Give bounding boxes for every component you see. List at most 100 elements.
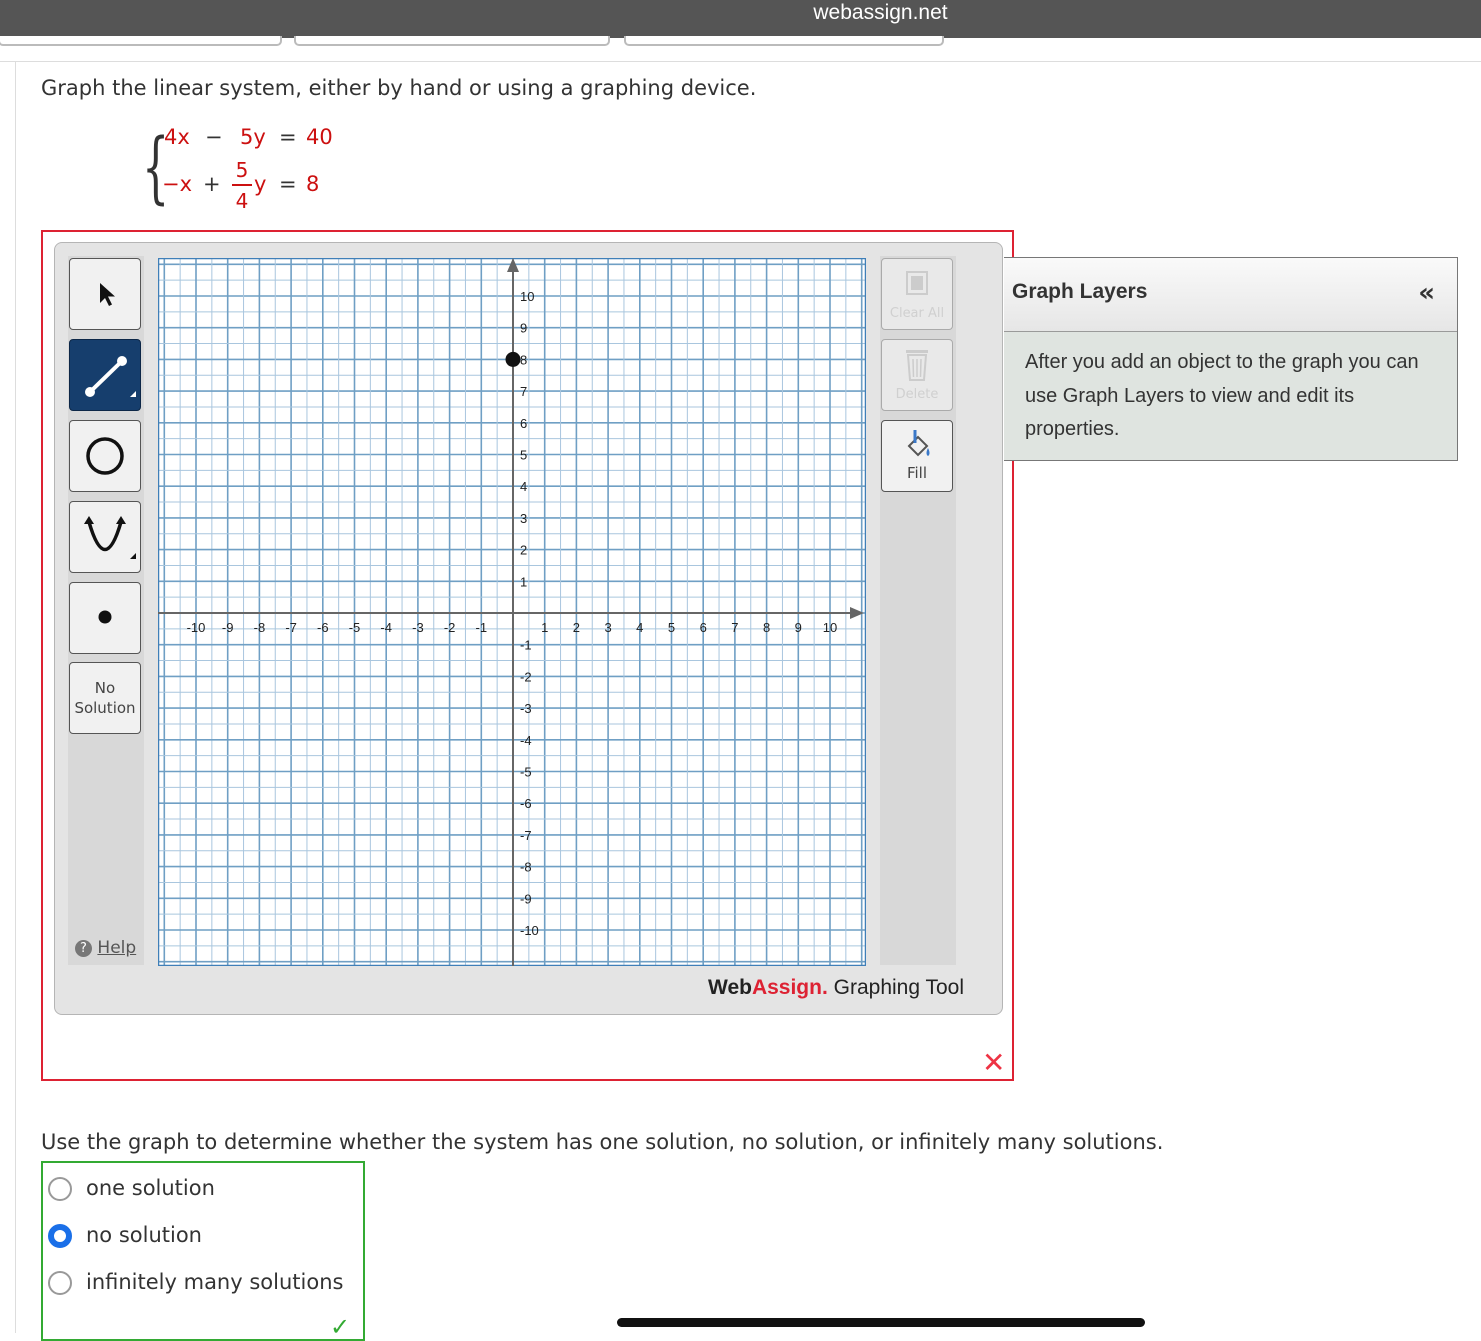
coordinate-grid[interactable]: -10 -9 -8 -7 -6 -5 -4 -3 -2 -1 1 2 3 4 5 6 7 8 9 10 10 9 8 7 6 5 4…	[158, 258, 866, 966]
eq1-term-b: 5y	[240, 125, 266, 149]
x-tick-label: 2	[573, 620, 580, 635]
y-tick-label: -3	[520, 701, 532, 716]
x-tick-label: 1	[541, 620, 548, 635]
webassign-brand: WebAssign. Graphing Tool	[708, 976, 964, 1000]
x-tick-label: -2	[444, 620, 456, 635]
delete-button[interactable]: Delete	[881, 339, 953, 411]
radio-button[interactable]	[48, 1177, 72, 1201]
x-tick-label: 3	[604, 620, 611, 635]
y-tick-label: 5	[520, 448, 527, 463]
eq2-equals: =	[279, 172, 297, 196]
x-tick-label: 4	[636, 620, 643, 635]
y-tick-label: 4	[520, 479, 527, 494]
eq2-term-a: −x	[162, 172, 193, 196]
pointer-tool-button[interactable]	[69, 258, 141, 330]
graph-layers-title: Graph Layers	[1012, 280, 1148, 303]
toolbar-tab-2[interactable]	[294, 36, 610, 46]
dot-icon	[98, 610, 112, 624]
red-x-icon: ✕	[982, 1046, 1006, 1079]
circle-icon	[86, 437, 124, 475]
arrow-cursor-icon	[100, 283, 115, 306]
y-tick-label: 6	[520, 416, 527, 431]
x-tick-label: -4	[380, 620, 392, 635]
brand-web: Web	[708, 976, 752, 999]
x-tick-label: -8	[254, 620, 266, 635]
y-tick-label: -10	[520, 923, 539, 938]
y-tick-label: -7	[520, 828, 532, 843]
eq1-term-a: 4x	[164, 125, 190, 149]
question2-prompt: Use the graph to determine whether the s…	[41, 1130, 1164, 1154]
x-tick-label: -7	[285, 620, 297, 635]
eq2-fraction-numerator: 5	[235, 158, 249, 182]
y-tick-label: 10	[520, 289, 534, 304]
x-tick-label: 7	[731, 620, 738, 635]
divider	[15, 62, 16, 1333]
help-link[interactable]: ? Help	[75, 938, 136, 958]
trash-icon	[906, 350, 928, 381]
brand-assign: Assign.	[751, 976, 828, 999]
graph-layers-message: After you add an object to the graph you…	[1025, 351, 1419, 440]
point-tool-button[interactable]	[69, 582, 141, 654]
x-tick-label: 9	[795, 620, 802, 635]
graph-layers-header: Graph Layers «	[1004, 258, 1457, 332]
y-tick-label: -4	[520, 733, 532, 748]
fill-button[interactable]: Fill	[881, 420, 953, 492]
no-solution-button[interactable]: No Solution	[69, 662, 141, 734]
y-tick-label: 8	[520, 352, 527, 367]
circle-tool-button[interactable]	[69, 420, 141, 492]
plotted-point	[505, 351, 521, 367]
eq2-operator: +	[203, 172, 221, 196]
y-tick-label: -8	[520, 860, 532, 875]
collapse-icon[interactable]: «	[1418, 278, 1435, 308]
y-tick-label: 7	[520, 384, 527, 399]
radio-button-selected[interactable]	[48, 1224, 72, 1248]
x-tick-label: 8	[763, 620, 770, 635]
x-tick-label: -3	[412, 620, 424, 635]
x-tick-label: -9	[222, 620, 234, 635]
help-label: Help	[97, 938, 137, 958]
line-tool-button[interactable]	[69, 339, 141, 411]
y-tick-label: 1	[520, 574, 527, 589]
no-solution-label-line2: Solution	[74, 699, 136, 717]
x-tick-label: 5	[668, 620, 675, 635]
eq1-equals: =	[279, 125, 297, 149]
option-label: infinitely many solutions	[86, 1270, 344, 1294]
fraction-bar	[232, 184, 252, 186]
x-tick-label: 6	[700, 620, 707, 635]
option-label: one solution	[86, 1176, 215, 1200]
url-text[interactable]: webassign.net	[0, 0, 1481, 26]
eq1-rhs: 40	[306, 125, 333, 149]
line-segment-icon	[85, 356, 136, 397]
clear-all-button[interactable]: Clear All	[881, 258, 953, 330]
fill-label: Fill	[906, 464, 928, 482]
y-tick-label: 9	[520, 321, 527, 336]
green-check-icon: ✓	[330, 1313, 351, 1341]
y-tick-label: 2	[520, 543, 527, 558]
x-tick-label: -1	[476, 620, 488, 635]
toolbar-tab-1[interactable]	[0, 36, 282, 46]
no-solution-label-line1: No	[94, 679, 116, 697]
browser-address-bar: webassign.net	[0, 0, 1481, 38]
eq2-rhs: 8	[306, 172, 320, 196]
option-label: no solution	[86, 1223, 202, 1247]
x-tick-label: 10	[823, 620, 837, 635]
radio-button[interactable]	[48, 1271, 72, 1295]
eq1-operator: −	[205, 125, 223, 149]
clear-all-label: Clear All	[889, 306, 945, 321]
home-indicator	[617, 1318, 1145, 1327]
y-tick-label: -1	[520, 638, 532, 653]
toolbar-tab-3[interactable]	[624, 36, 944, 46]
x-tick-label: -6	[317, 620, 329, 635]
parabola-tool-button[interactable]	[69, 501, 141, 573]
question-prompt: Graph the linear system, either by hand …	[41, 76, 757, 100]
y-tick-label: -6	[520, 796, 532, 811]
divider	[0, 61, 1481, 62]
eq2-fraction-denominator: 4	[235, 189, 249, 213]
graph-layers-panel: Graph Layers « After you add an object t…	[1004, 257, 1458, 461]
eq2-term-b: y	[254, 172, 267, 196]
x-tick-label: -5	[349, 620, 361, 635]
y-tick-label: -9	[520, 891, 532, 906]
parabola-icon	[84, 516, 136, 559]
brand-suffix: Graphing Tool	[833, 976, 965, 999]
help-icon: ?	[75, 939, 92, 957]
